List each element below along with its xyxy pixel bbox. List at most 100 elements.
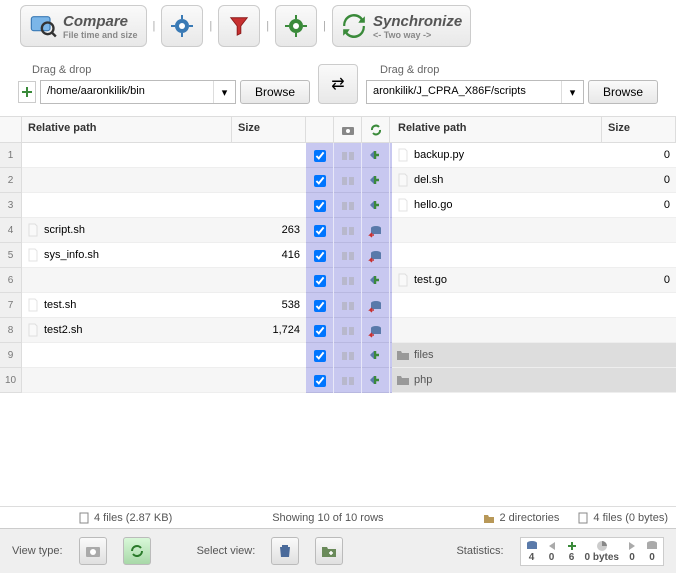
- row-number[interactable]: 8: [0, 318, 22, 343]
- right-header-path[interactable]: Relative path: [392, 117, 602, 142]
- table-row[interactable]: [22, 143, 306, 168]
- row-number[interactable]: 3: [0, 193, 22, 218]
- statistics-box: 4 0 6 0 bytes 0 0: [520, 537, 664, 566]
- table-row[interactable]: [22, 168, 306, 193]
- row-number[interactable]: 10: [0, 368, 22, 393]
- settings-button[interactable]: [161, 5, 203, 47]
- row-action[interactable]: [362, 218, 390, 243]
- table-row[interactable]: php: [392, 368, 676, 393]
- row-action[interactable]: [362, 168, 390, 193]
- left-cell-size: 538: [232, 299, 306, 311]
- right-cell-path: del.sh: [392, 173, 602, 187]
- right-path-dropdown[interactable]: ▾: [561, 81, 583, 103]
- synchronize-button[interactable]: Synchronize <- Two way ->: [332, 5, 471, 47]
- view-action-button[interactable]: [123, 537, 151, 565]
- row-checkbox[interactable]: [306, 168, 334, 193]
- row-checkbox[interactable]: [306, 343, 334, 368]
- table-row[interactable]: files: [392, 343, 676, 368]
- select-view-label: Select view:: [197, 545, 256, 557]
- table-row[interactable]: sys_info.sh416: [22, 243, 306, 268]
- table-row[interactable]: script.sh263: [22, 218, 306, 243]
- row-action[interactable]: [362, 193, 390, 218]
- row-number[interactable]: 7: [0, 293, 22, 318]
- row-category[interactable]: [334, 268, 362, 293]
- compare-icon: [29, 12, 57, 40]
- row-number[interactable]: 6: [0, 268, 22, 293]
- sync-settings-button[interactable]: [275, 5, 317, 47]
- swap-paths-button[interactable]: ⇄: [318, 64, 358, 104]
- row-action[interactable]: [362, 368, 390, 393]
- left-path-input[interactable]: /home/aaronkilik/bin ▾: [40, 80, 236, 104]
- mid-row: [306, 143, 392, 168]
- header-action[interactable]: [362, 117, 390, 142]
- compare-button[interactable]: Compare File time and size: [20, 5, 147, 47]
- mid-row: [306, 168, 392, 193]
- table-row[interactable]: [392, 218, 676, 243]
- row-checkbox[interactable]: [306, 143, 334, 168]
- table-row[interactable]: test.sh538: [22, 293, 306, 318]
- table-row[interactable]: test.go0: [392, 268, 676, 293]
- right-browse-button[interactable]: Browse: [588, 80, 658, 104]
- filter-button[interactable]: [218, 5, 260, 47]
- sync-subtitle: <- Two way ->: [373, 30, 462, 40]
- table-row[interactable]: [22, 368, 306, 393]
- table-row[interactable]: [392, 293, 676, 318]
- right-path-text: aronkilik/J_CPRA_X86F/scripts: [367, 81, 561, 103]
- file-icon: [26, 298, 40, 312]
- row-action[interactable]: [362, 243, 390, 268]
- row-action[interactable]: [362, 343, 390, 368]
- row-checkbox[interactable]: [306, 318, 334, 343]
- table-row[interactable]: [22, 193, 306, 218]
- category-icon: [341, 199, 355, 213]
- row-number[interactable]: 1: [0, 143, 22, 168]
- table-row[interactable]: [392, 243, 676, 268]
- action-copy-right-icon: [368, 273, 384, 289]
- row-checkbox[interactable]: [306, 368, 334, 393]
- header-category[interactable]: [334, 117, 362, 142]
- table-row[interactable]: del.sh0: [392, 168, 676, 193]
- row-action[interactable]: [362, 318, 390, 343]
- row-action[interactable]: [362, 293, 390, 318]
- select-delete-button[interactable]: [271, 537, 299, 565]
- row-number[interactable]: 9: [0, 343, 22, 368]
- left-cell-path: test.sh: [22, 298, 232, 312]
- select-create-button[interactable]: [315, 537, 343, 565]
- right-header-size[interactable]: Size: [602, 117, 676, 142]
- stat-db2-icon: [645, 540, 659, 552]
- table-row[interactable]: hello.go0: [392, 193, 676, 218]
- mid-row: [306, 293, 392, 318]
- right-path-input[interactable]: aronkilik/J_CPRA_X86F/scripts ▾: [366, 80, 584, 104]
- row-category[interactable]: [334, 218, 362, 243]
- left-header-path[interactable]: Relative path: [22, 117, 232, 142]
- row-checkbox[interactable]: [306, 193, 334, 218]
- table-row[interactable]: [22, 268, 306, 293]
- row-number[interactable]: 4: [0, 218, 22, 243]
- row-category[interactable]: [334, 293, 362, 318]
- header-check[interactable]: [306, 117, 334, 142]
- view-category-button[interactable]: [79, 537, 107, 565]
- row-category[interactable]: [334, 343, 362, 368]
- row-checkbox[interactable]: [306, 218, 334, 243]
- row-category[interactable]: [334, 193, 362, 218]
- row-action[interactable]: [362, 268, 390, 293]
- row-category[interactable]: [334, 243, 362, 268]
- row-number[interactable]: 5: [0, 243, 22, 268]
- row-category[interactable]: [334, 368, 362, 393]
- table-row[interactable]: test2.sh1,724: [22, 318, 306, 343]
- left-path-dropdown[interactable]: ▾: [213, 81, 235, 103]
- row-checkbox[interactable]: [306, 293, 334, 318]
- row-checkbox[interactable]: [306, 243, 334, 268]
- table-row[interactable]: backup.py0: [392, 143, 676, 168]
- row-category[interactable]: [334, 143, 362, 168]
- row-category[interactable]: [334, 168, 362, 193]
- left-browse-button[interactable]: Browse: [240, 80, 310, 104]
- left-header-size[interactable]: Size: [232, 117, 306, 142]
- table-row[interactable]: [22, 343, 306, 368]
- row-action[interactable]: [362, 143, 390, 168]
- add-left-path-button[interactable]: [18, 81, 36, 103]
- row-category[interactable]: [334, 318, 362, 343]
- stat-3: 0 bytes: [585, 552, 619, 563]
- row-number[interactable]: 2: [0, 168, 22, 193]
- table-row[interactable]: [392, 318, 676, 343]
- row-checkbox[interactable]: [306, 268, 334, 293]
